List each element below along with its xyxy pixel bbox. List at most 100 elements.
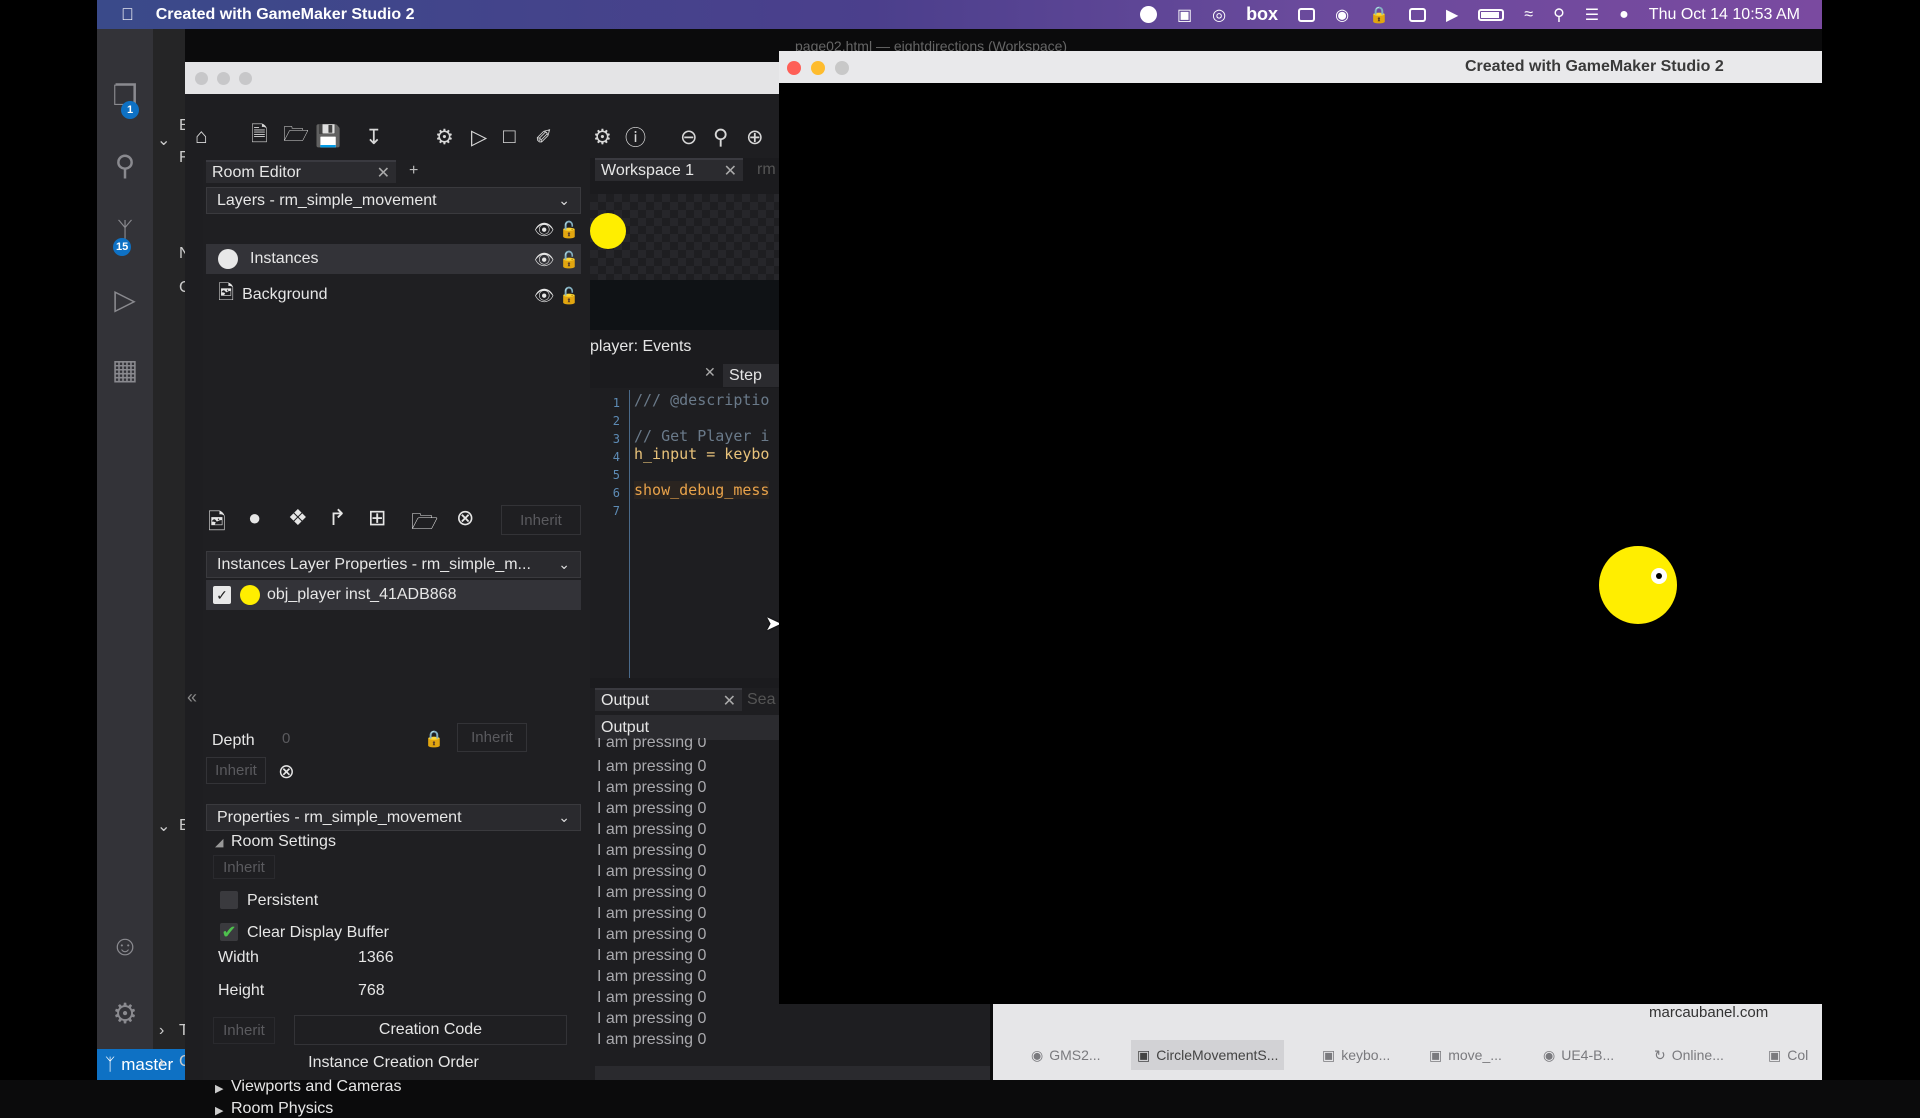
add-tile-layer-icon[interactable]: ❖ [288,505,308,531]
lock-open-icon[interactable]: 🔓 [559,250,579,270]
minimize-dot[interactable] [217,71,230,85]
room-physics-heading[interactable]: Room Physics [231,1100,333,1118]
instance-checkbox[interactable]: ✓ [213,586,231,604]
account-icon[interactable]: ☺ [97,922,153,970]
expand-chevron-icon[interactable]: › [159,1053,164,1071]
zoom-dot[interactable] [239,71,252,85]
stop-icon[interactable]: □ [503,125,516,149]
creation-code-button[interactable]: Creation Code [294,1015,567,1045]
clean-icon[interactable]: ✐ [535,125,553,150]
expanded-triangle-icon[interactable]: ◢ [215,836,223,849]
layer-row-instances[interactable]: Instances 👁 🔓 [206,244,581,274]
play-circle-icon[interactable]: ▶ [1446,5,1458,25]
help-icon[interactable]: ⓘ [625,122,646,152]
run-icon[interactable]: ▷ [471,125,487,150]
add-asset-layer-icon[interactable]: ⊞ [368,505,386,531]
zoom-in-icon[interactable]: ⊕ [746,125,764,150]
creative-cloud-icon[interactable]: ◎ [1212,5,1226,25]
globe-icon[interactable]: ◉ [1335,5,1349,25]
export-icon[interactable]: ↧ [365,125,383,150]
inherit-button[interactable]: Inherit [206,757,266,784]
width-field[interactable]: 1366 [358,949,394,967]
depth-inherit-button[interactable]: Inherit [457,723,527,752]
lock-open-icon[interactable]: 🔓 [559,220,579,240]
control-center-icon[interactable]: ☰ [1585,5,1599,25]
siri-icon[interactable]: ● [1619,6,1629,24]
output-scrollbar[interactable] [595,1066,990,1080]
screen-record-icon[interactable] [1139,6,1157,23]
save-icon[interactable]: 💾 [315,125,341,149]
collapsed-triangle-icon[interactable]: ▶ [215,1082,223,1095]
debug-icon[interactable]: ⚙ [435,125,454,150]
add-folder-icon[interactable]: 🗁 [411,505,438,543]
menubar-clock[interactable]: Thu Oct 14 10:53 AM [1649,6,1800,24]
add-tab-button[interactable]: + [409,162,418,180]
close-dot[interactable] [195,71,208,85]
instance-list-item[interactable]: ✓ obj_player inst_41ADB868 [206,580,581,610]
tab-step-event[interactable]: Step [723,364,780,387]
browser-tab[interactable]: ▣ move_... [1423,1040,1508,1070]
game-canvas[interactable] [779,83,1822,1004]
search-icon[interactable]: ⚲ [97,141,153,189]
close-events-icon[interactable]: ✕ [704,364,716,381]
instance-creation-order-button[interactable]: Instance Creation Order [206,1048,581,1078]
tab-output[interactable]: Output ✕ [595,688,742,711]
open-folder-icon[interactable]: 🗁 [283,120,309,155]
tab-workspace-1[interactable]: Workspace 1 ✕ [595,158,743,181]
notes-icon[interactable]: ▣ [1177,5,1192,25]
browser-tab-active[interactable]: ▣ CircleMovementS... [1131,1040,1285,1070]
manage-gear-icon[interactable]: ⚙ [97,989,153,1037]
run-debug-icon[interactable]: ▷ [97,275,153,323]
browser-tab[interactable]: ◉ UE4-B... [1537,1040,1620,1070]
calendar-icon[interactable] [1408,7,1426,22]
collapsed-triangle-icon[interactable]: ▶ [215,1104,223,1117]
height-field[interactable]: 768 [358,982,385,1000]
instances-properties-dropdown[interactable]: Instances Layer Properties - rm_simple_m… [206,551,581,578]
viewports-cameras-heading[interactable]: Viewports and Cameras [231,1078,401,1096]
add-instance-layer-icon[interactable]: ● [248,505,261,531]
extensions-icon[interactable]: ▦ [97,345,153,393]
clear-display-buffer-checkbox[interactable]: ✔ [220,923,238,941]
browser-url[interactable]: marcaubanel.com [1649,1004,1768,1021]
visibility-eye-icon[interactable]: 👁 [534,286,554,306]
browser-tab[interactable]: ◉ GMS2... [1025,1040,1107,1070]
home-icon[interactable]: ⌂ [195,125,208,149]
lock-icon[interactable]: 🔒 [1369,5,1389,25]
collapse-chevron-icon[interactable]: ⌄ [157,130,170,150]
player-instance-preview[interactable] [590,213,626,249]
delete-layer-icon[interactable]: ⊗ [456,505,474,531]
room-settings-inherit[interactable]: Inherit [213,855,275,879]
wifi-icon[interactable]: ≈ [1524,6,1533,24]
tab-search[interactable]: Sea [747,691,775,709]
layer-row-background[interactable]: 🖻 Background 👁 🔓 [206,280,581,310]
browser-tab[interactable]: ↻ Online... [1648,1040,1730,1070]
minimize-button[interactable] [811,61,825,75]
creation-code-inherit[interactable]: Inherit [213,1017,275,1044]
depth-lock-icon[interactable]: 🔒 [424,729,444,749]
room-canvas[interactable] [590,194,780,280]
battery-icon[interactable] [1478,8,1505,21]
browser-tab[interactable]: ▣ keybo... [1316,1040,1396,1070]
depth-field[interactable]: 0 [282,730,290,747]
properties-dropdown[interactable]: Properties - rm_simple_movement ⌄ [206,804,581,831]
collapse-panel-button[interactable]: « [187,687,197,708]
close-tab-icon[interactable]: ✕ [724,161,737,181]
persistent-checkbox[interactable] [220,891,238,909]
close-tab-icon[interactable]: ✕ [723,691,736,711]
zoom-reset-icon[interactable]: ⚲ [713,125,728,150]
tab-room-editor[interactable]: Room Editor ✕ [206,160,396,183]
zoom-button[interactable] [835,61,849,75]
inherit-layer-button[interactable]: Inherit [501,505,581,535]
new-file-icon[interactable]: 🗎 [251,120,268,155]
lock-open-icon[interactable]: 🔓 [559,286,579,306]
tab-rm[interactable]: rm [757,161,776,179]
close-tab-icon[interactable]: ✕ [377,163,390,183]
layers-dropdown[interactable]: Layers - rm_simple_movement ⌄ [206,187,581,214]
settings-icon[interactable]: ⚙ [593,125,612,150]
collapse-chevron-icon[interactable]: ⌄ [157,816,170,836]
box-brand[interactable]: box [1246,4,1278,25]
code-editor[interactable]: 1 2 3 4 5 6 7 /// @descriptio // Get Pla… [590,388,780,678]
add-path-layer-icon[interactable]: ↱ [328,505,346,531]
close-button[interactable] [787,61,801,75]
spotlight-search-icon[interactable]: ⚲ [1553,5,1565,25]
